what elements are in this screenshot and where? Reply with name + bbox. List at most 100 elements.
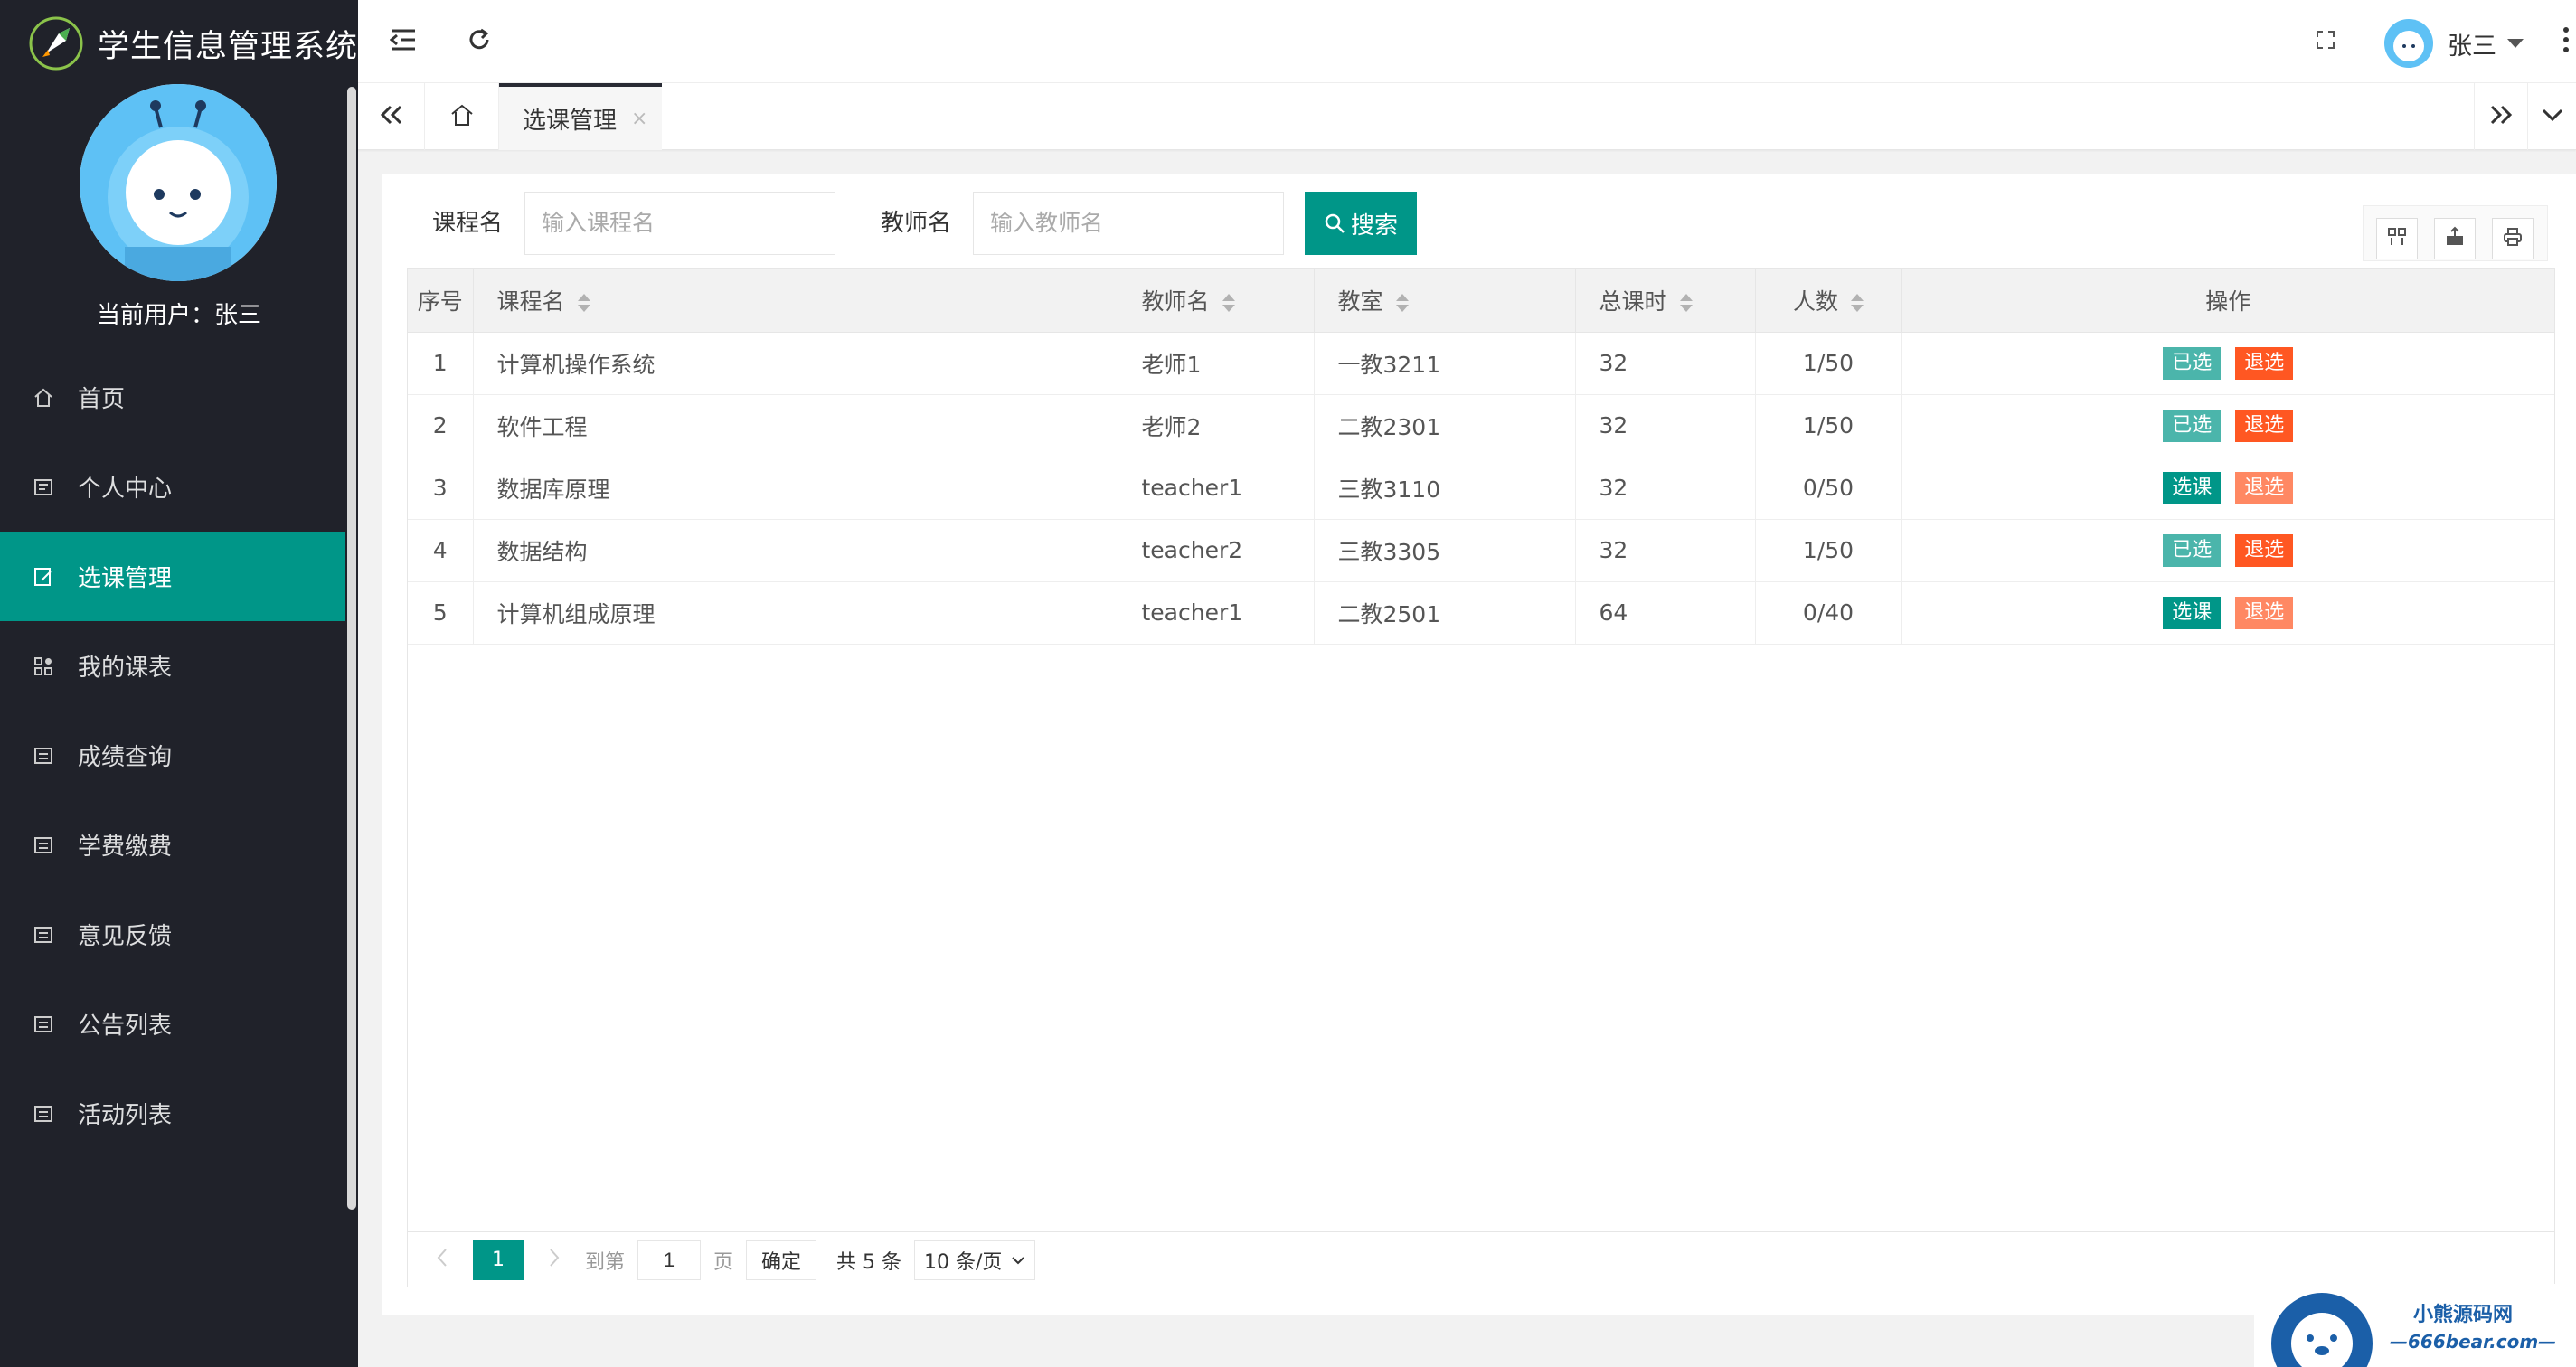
course-name-label: 课程名 — [432, 210, 504, 237]
chevron-down-icon — [2542, 108, 2563, 126]
selected-button[interactable]: 已选 — [2163, 533, 2222, 567]
apps-icon — [31, 654, 56, 679]
drop-course-button[interactable]: 退选 — [2235, 596, 2294, 629]
selected-button[interactable]: 已选 — [2163, 409, 2222, 442]
watermark-title: 小熊源码网 — [2413, 1304, 2514, 1326]
sidebar-item-profile[interactable]: 个人中心 — [0, 442, 345, 532]
tabs-scroll-right-button[interactable] — [2474, 83, 2528, 150]
cell-index: 4 — [408, 519, 474, 581]
sidebar-scrollbar[interactable] — [345, 87, 358, 1210]
teacher-name-label: 教师名 — [881, 210, 952, 237]
export-button[interactable] — [2434, 218, 2476, 259]
teacher-name-input[interactable] — [973, 192, 1284, 255]
cell-hours: 64 — [1575, 581, 1756, 644]
page-number-input[interactable] — [637, 1240, 702, 1280]
column-header-label: 课程名 — [496, 288, 565, 315]
sidebar-menu: 首页 个人中心 选课管理 我的课表 成绩查询 学费缴费 意见反馈 公告列表 活动… — [0, 353, 345, 1158]
sidebar-item-label: 选课管理 — [78, 565, 173, 592]
drop-course-button[interactable]: 退选 — [2235, 533, 2294, 567]
sidebar-item-label: 活动列表 — [78, 1102, 173, 1129]
column-header-course[interactable]: 课程名 — [473, 269, 1118, 333]
drop-course-button[interactable]: 退选 — [2235, 409, 2294, 442]
cell-teacher: teacher1 — [1118, 457, 1315, 519]
sidebar-item-grades[interactable]: 成绩查询 — [0, 711, 345, 800]
tabs-scroll-left-button[interactable] — [358, 83, 425, 150]
select-course-button[interactable]: 选课 — [2163, 471, 2222, 504]
cell-actions: 已选 退选 — [1901, 332, 2554, 394]
avatar — [2384, 19, 2433, 68]
sidebar-item-notices[interactable]: 公告列表 — [0, 979, 345, 1069]
tab-label: 选课管理 — [523, 107, 618, 135]
chevron-left-icon — [436, 1248, 448, 1273]
cell-course: 数据结构 — [473, 519, 1118, 581]
column-header-label: 人数 — [1792, 288, 1838, 315]
cell-course: 计算机组成原理 — [473, 581, 1118, 644]
sort-icon[interactable] — [577, 293, 590, 313]
sidebar-item-label: 我的课表 — [78, 655, 173, 682]
cell-actions: 已选 退选 — [1901, 519, 2554, 581]
course-name-input[interactable] — [524, 192, 835, 255]
list-icon — [31, 1101, 56, 1127]
app-logo[interactable]: 学生信息管理系统 — [0, 0, 358, 87]
sidebar-item-my-timetable[interactable]: 我的课表 — [0, 621, 345, 711]
sort-icon[interactable] — [1679, 293, 1693, 313]
table-row: 3 数据库原理 teacher1 三教3110 32 0/50 选课 退选 — [408, 457, 2554, 519]
search-button[interactable]: 搜索 — [1305, 192, 1417, 255]
app-title: 学生信息管理系统 — [98, 28, 359, 65]
scrollbar-thumb[interactable] — [347, 87, 356, 1210]
column-header-label: 教师名 — [1141, 288, 1210, 315]
column-header-teacher[interactable]: 教师名 — [1118, 269, 1315, 333]
goto-confirm-button[interactable]: 确定 — [746, 1240, 817, 1280]
list-icon — [31, 833, 56, 858]
close-icon[interactable]: × — [631, 108, 647, 130]
column-header-hours[interactable]: 总课时 — [1575, 269, 1756, 333]
cell-actions: 选课 退选 — [1901, 457, 2554, 519]
sidebar-item-home[interactable]: 首页 — [0, 353, 345, 442]
tab-home[interactable] — [425, 83, 499, 150]
drop-course-button[interactable]: 退选 — [2235, 346, 2294, 380]
sidebar-item-course-selection[interactable]: 选课管理 — [0, 532, 345, 621]
sidebar-item-tuition[interactable]: 学费缴费 — [0, 800, 345, 890]
prev-page-button[interactable] — [424, 1240, 460, 1280]
page-size-select[interactable]: 10 条/页 — [914, 1240, 1036, 1280]
sidebar-item-label: 成绩查询 — [78, 744, 173, 771]
user-avatar-large[interactable] — [80, 84, 277, 281]
cell-teacher: teacher2 — [1118, 519, 1315, 581]
top-header: 张三 — [358, 0, 2576, 83]
sort-icon[interactable] — [1222, 293, 1235, 313]
drop-course-button[interactable]: 退选 — [2235, 471, 2294, 504]
selected-button[interactable]: 已选 — [2163, 346, 2222, 380]
sidebar-item-feedback[interactable]: 意见反馈 — [0, 890, 345, 979]
tab-course-selection[interactable]: 选课管理 × — [499, 83, 662, 150]
columns-filter-button[interactable] — [2376, 218, 2418, 259]
sidebar-item-label: 个人中心 — [78, 476, 173, 503]
fullscreen-icon — [2315, 29, 2336, 54]
more-button[interactable] — [2544, 20, 2576, 63]
more-vertical-icon — [2562, 26, 2570, 57]
print-button[interactable] — [2492, 218, 2534, 259]
watermark-url: —666bear.com— — [2390, 1331, 2557, 1353]
content-card: 课程名 教师名 搜索 — [382, 174, 2576, 1315]
refresh-button[interactable] — [458, 20, 501, 63]
column-header-count[interactable]: 人数 — [1755, 269, 1902, 333]
collapse-menu-button[interactable] — [382, 20, 425, 63]
sort-icon[interactable] — [1851, 293, 1864, 313]
sidebar-item-activities[interactable]: 活动列表 — [0, 1069, 345, 1158]
sidebar: 学生信息管理系统 当前用户：张三 首页 个人中心 选课管理 我的课表 成绩查询 … — [0, 0, 358, 1367]
total-count: 共 5 条 — [836, 1250, 902, 1274]
cell-room: 二教2301 — [1314, 394, 1576, 457]
cell-actions: 已选 退选 — [1901, 394, 2554, 457]
table-row: 2 软件工程 老师2 二教2301 32 1/50 已选 退选 — [408, 394, 2554, 457]
table-row: 5 计算机组成原理 teacher1 二教2501 64 0/40 选课 退选 — [408, 581, 2554, 644]
user-menu[interactable]: 张三 — [2384, 18, 2524, 69]
fullscreen-button[interactable] — [2304, 20, 2347, 63]
cell-course: 计算机操作系统 — [473, 332, 1118, 394]
cell-index: 3 — [408, 457, 474, 519]
column-header-room[interactable]: 教室 — [1314, 269, 1576, 333]
next-page-button[interactable] — [536, 1240, 572, 1280]
select-course-button[interactable]: 选课 — [2163, 596, 2222, 629]
cell-index: 2 — [408, 394, 474, 457]
current-page-button[interactable]: 1 — [473, 1240, 524, 1280]
sort-icon[interactable] — [1395, 293, 1409, 313]
tabs-dropdown-button[interactable] — [2528, 83, 2576, 150]
